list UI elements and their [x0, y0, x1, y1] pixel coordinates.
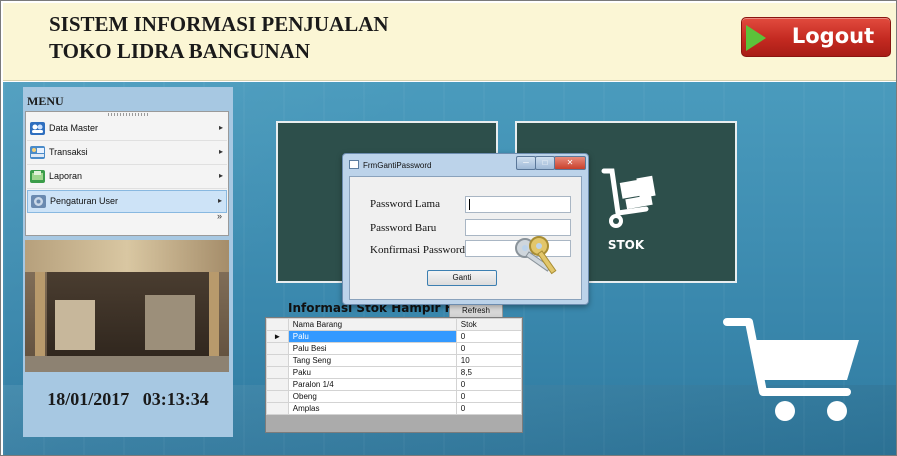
table-row[interactable]: Obeng 0 — [266, 390, 523, 403]
stock-table: Nama Barang Stok ► Palu 0 Palu Besi 0 Ta… — [265, 317, 523, 433]
table-row[interactable]: Amplas 0 — [266, 402, 523, 415]
shopping-cart-icon — [723, 318, 859, 421]
settings-user-icon — [31, 195, 46, 208]
cell-nama-barang[interactable]: Tang Seng — [287, 354, 457, 367]
submenu-arrow-icon: ▸ — [217, 196, 222, 205]
table-row[interactable]: Tang Seng 10 — [266, 354, 523, 367]
cell-stok[interactable]: 0 — [455, 378, 523, 391]
users-icon — [30, 122, 45, 135]
menu-item-label: Transaksi — [49, 147, 88, 157]
menu-item-data-master[interactable]: Data Master ▸ — [27, 118, 227, 141]
logout-button[interactable]: Logout — [741, 17, 891, 57]
cell-stok[interactable]: 10 — [455, 354, 523, 367]
app-title-line1: SISTEM INFORMASI PENJUALAN — [49, 12, 389, 36]
table-header-row: Nama Barang Stok — [266, 318, 523, 331]
old-password-label: Password Lama — [370, 198, 440, 210]
menu-item-laporan[interactable]: Laporan ▸ — [27, 166, 227, 189]
cell-nama-barang[interactable]: Paralon 1/4 — [287, 378, 457, 391]
menu-grip[interactable] — [108, 113, 148, 116]
menu-item-label: Pengaturan User — [50, 196, 119, 206]
submenu-arrow-icon: ▸ — [218, 171, 223, 180]
table-row[interactable]: ► Palu 0 — [266, 330, 523, 343]
cell-nama-barang[interactable]: Paku — [287, 366, 457, 379]
column-header-nama-barang[interactable]: Nama Barang — [287, 318, 457, 331]
close-icon[interactable]: ✕ — [554, 156, 586, 170]
app-window: SISTEM INFORMASI PENJUALAN TOKO LIDRA BA… — [0, 0, 897, 456]
menu-panel: MENU Data Master ▸ Transaksi ▸ Laporan ▸… — [23, 87, 233, 437]
transaction-icon — [30, 146, 45, 159]
minimize-icon[interactable]: ─ — [516, 156, 536, 170]
time-text: 03:13:34 — [142, 389, 209, 409]
play-arrow-icon — [746, 25, 766, 51]
logout-label: Logout — [791, 24, 875, 48]
cell-nama-barang[interactable]: Obeng — [287, 390, 457, 403]
column-header-stok[interactable]: Stok — [455, 318, 523, 331]
ganti-button[interactable]: Ganti — [427, 270, 497, 286]
date-text: 18/01/2017 — [47, 389, 130, 409]
menu-item-label: Laporan — [49, 171, 83, 181]
cell-nama-barang[interactable]: Palu — [287, 330, 457, 343]
maximize-icon[interactable]: □ — [535, 156, 555, 170]
cell-stok[interactable]: 0 — [455, 330, 523, 343]
window-icon — [349, 160, 359, 169]
datetime-display: 18/01/2017 03:13:34 — [23, 389, 233, 410]
new-password-input[interactable] — [465, 219, 571, 236]
table-row[interactable]: Paku 8,5 — [266, 366, 523, 379]
cell-nama-barang[interactable]: Amplas — [287, 402, 457, 415]
submenu-arrow-icon: ▸ — [218, 147, 223, 156]
text-caret — [469, 199, 470, 210]
new-password-label: Password Baru — [370, 222, 437, 234]
cell-stok[interactable]: 8,5 — [455, 366, 523, 379]
dialog-title: FrmGantiPassword — [363, 161, 432, 170]
cell-stok[interactable]: 0 — [455, 390, 523, 403]
menu-item-transaksi[interactable]: Transaksi ▸ — [27, 142, 227, 165]
table-row[interactable]: Palu Besi 0 — [266, 342, 523, 355]
cell-stok[interactable]: 0 — [455, 402, 523, 415]
menu-item-pengaturan-user[interactable]: Pengaturan User ▸ — [27, 190, 227, 213]
old-password-input[interactable] — [465, 196, 571, 213]
current-row-indicator: ► — [266, 330, 289, 343]
menu-overflow-icon[interactable]: » — [217, 211, 222, 221]
menu-strip: Data Master ▸ Transaksi ▸ Laporan ▸ Peng… — [25, 111, 229, 236]
header: SISTEM INFORMASI PENJUALAN TOKO LIDRA BA… — [3, 3, 896, 81]
app-title: SISTEM INFORMASI PENJUALAN TOKO LIDRA BA… — [49, 11, 389, 65]
report-icon — [30, 170, 45, 183]
table-row[interactable]: Paralon 1/4 0 — [266, 378, 523, 391]
hand-truck-icon — [601, 168, 656, 228]
menu-title: MENU — [27, 94, 64, 108]
cell-stok[interactable]: 0 — [455, 342, 523, 355]
submenu-arrow-icon: ▸ — [218, 123, 223, 132]
store-photo — [25, 240, 229, 372]
menu-item-label: Data Master — [49, 123, 99, 133]
app-title-line2: TOKO LIDRA BANGUNAN — [49, 39, 310, 63]
keys-icon — [515, 236, 557, 275]
confirm-password-label: Konfirmasi Password — [370, 244, 466, 256]
row-header-corner — [266, 318, 289, 331]
change-password-dialog: FrmGantiPassword ─ □ ✕ Password Lama Pas… — [342, 153, 589, 305]
cell-nama-barang[interactable]: Palu Besi — [287, 342, 457, 355]
refresh-button[interactable]: Refresh — [449, 303, 503, 318]
